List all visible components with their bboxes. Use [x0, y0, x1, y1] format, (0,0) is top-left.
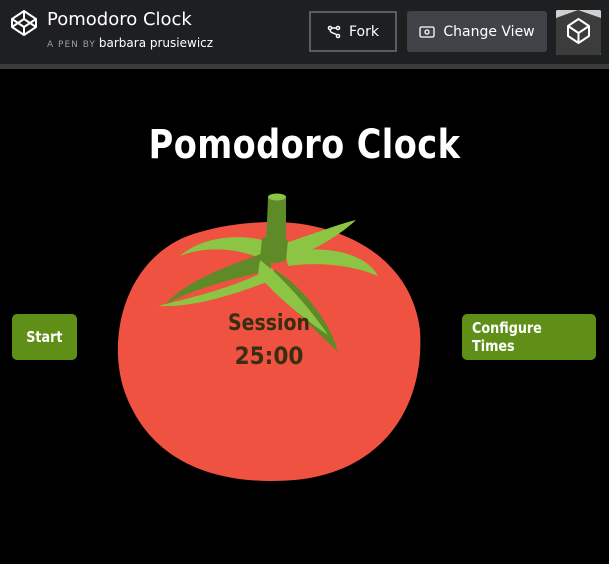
- eye-icon: [419, 25, 436, 38]
- fork-icon: [327, 25, 341, 38]
- author-link[interactable]: barbara prusiewicz: [99, 36, 213, 50]
- codepen-logo-icon[interactable]: [10, 9, 38, 37]
- tomato-illustration: [117, 193, 421, 481]
- configure-times-button[interactable]: Configure Times: [462, 314, 596, 360]
- pen-byline: A PEN BY barbara prusiewicz: [47, 36, 213, 50]
- start-button[interactable]: Start: [12, 314, 77, 360]
- session-timer: 25:00: [234, 342, 304, 370]
- pen-title[interactable]: Pomodoro Clock: [47, 9, 192, 30]
- user-avatar-icon: [556, 10, 601, 55]
- start-label: Start: [26, 328, 63, 346]
- change-view-button[interactable]: Change View: [407, 11, 547, 52]
- fork-label: Fork: [349, 23, 379, 40]
- change-view-label: Change View: [443, 23, 535, 40]
- configure-times-label: Configure Times: [472, 319, 542, 355]
- fork-button[interactable]: Fork: [309, 11, 397, 52]
- avatar[interactable]: [556, 10, 601, 55]
- header-divider: [0, 64, 609, 69]
- pen-by-prefix: A PEN BY: [47, 40, 96, 50]
- page-title: Pomodoro Clock: [148, 122, 461, 168]
- codepen-header: Pomodoro Clock A PEN BY barbara prusiewic…: [0, 0, 609, 64]
- session-label: Session: [228, 311, 310, 336]
